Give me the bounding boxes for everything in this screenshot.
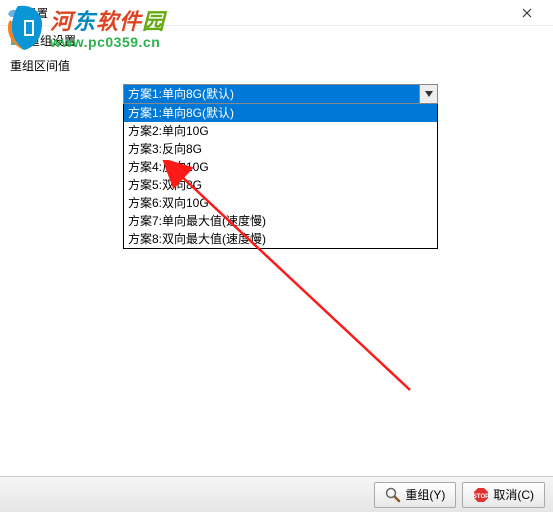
- regroup-icon: [10, 34, 24, 48]
- settings-bird-icon: [6, 6, 20, 20]
- interval-label: 重组区间值: [10, 57, 543, 74]
- cancel-button[interactable]: STOP 取消(C): [462, 482, 545, 508]
- combo-selected-value: 方案1:单向8G(默认): [124, 85, 419, 103]
- content-area: 重组设置 重组区间值 方案1:单向8G(默认) 方案1:单向8G(默认) 方案2…: [0, 26, 553, 476]
- dropdown-option[interactable]: 方案8:双向最大值(速度慢): [124, 230, 437, 248]
- dropdown-option[interactable]: 方案6:双向10G: [124, 194, 437, 212]
- magnifier-icon: [385, 487, 401, 503]
- dropdown-option[interactable]: 方案4:反向10G: [124, 158, 437, 176]
- regroup-button-label: 重组(Y): [405, 486, 445, 503]
- cancel-button-label: 取消(C): [493, 486, 534, 503]
- button-bar: 重组(Y) STOP 取消(C): [0, 476, 553, 512]
- combo-box[interactable]: 方案1:单向8G(默认): [123, 84, 438, 104]
- chevron-down-icon: [425, 91, 433, 97]
- close-button[interactable]: [507, 2, 547, 24]
- window-title: 设置: [26, 5, 507, 21]
- regroup-button[interactable]: 重组(Y): [374, 482, 456, 508]
- combo-dropdown: 方案1:单向8G(默认) 方案2:单向10G 方案3:反向8G 方案4:反向10…: [123, 104, 438, 249]
- section-header: 重组设置: [10, 32, 543, 49]
- stop-icon: STOP: [473, 487, 489, 503]
- section-header-label: 重组设置: [28, 32, 76, 49]
- titlebar: 设置: [0, 0, 553, 26]
- interval-combo[interactable]: 方案1:单向8G(默认) 方案1:单向8G(默认) 方案2:单向10G 方案3:…: [123, 84, 438, 249]
- svg-text:STOP: STOP: [473, 494, 489, 500]
- dropdown-option[interactable]: 方案3:反向8G: [124, 140, 437, 158]
- dropdown-option[interactable]: 方案5:双向8G: [124, 176, 437, 194]
- combo-arrow-button[interactable]: [419, 85, 437, 103]
- dropdown-option[interactable]: 方案7:单向最大值(速度慢): [124, 212, 437, 230]
- dropdown-option[interactable]: 方案2:单向10G: [124, 122, 437, 140]
- close-icon: [522, 8, 532, 18]
- dropdown-option[interactable]: 方案1:单向8G(默认): [124, 104, 437, 122]
